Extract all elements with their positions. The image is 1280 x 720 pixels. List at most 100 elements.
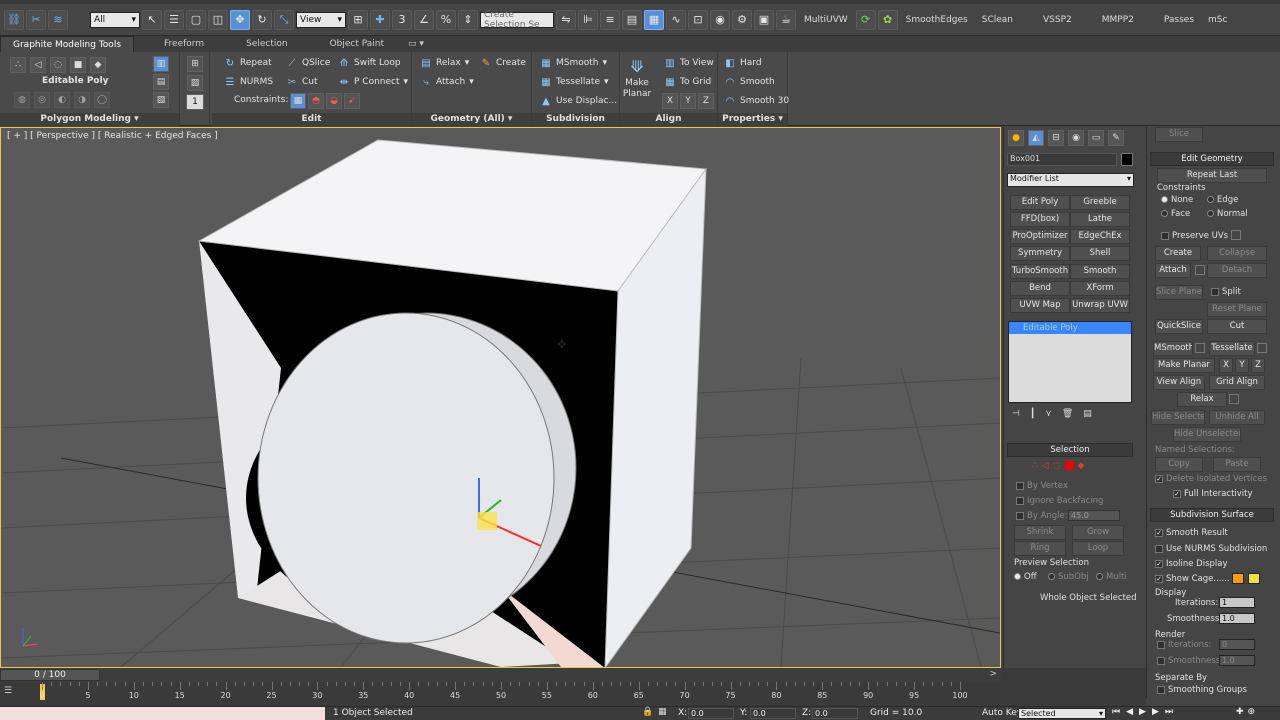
mod-prooptimizer-button[interactable]: ProOptimizer (1010, 229, 1070, 244)
ring-button[interactable]: Ring (1014, 541, 1066, 556)
align-icon[interactable]: ⊫ (578, 9, 598, 30)
make-planar-geom-button[interactable]: Make Planar (1153, 358, 1215, 373)
grid-align-button[interactable]: Grid Align (1209, 375, 1265, 390)
constraint-face-icon[interactable]: ◒ (326, 93, 342, 109)
mod-edit-poly-button[interactable]: Edit Poly (1010, 195, 1070, 210)
layer-icon[interactable]: ≡ (600, 9, 620, 30)
render-smoothness-checkbox[interactable]: Smoothness: (1157, 656, 1223, 666)
create-button[interactable]: ✎ Create (480, 57, 526, 69)
tab-object-paint[interactable]: Object Paint (300, 36, 396, 52)
stack-item-editable-poly[interactable]: Editable Poly (1009, 322, 1131, 334)
time-slider[interactable]: 0 / 100 > (0, 668, 1001, 682)
polygon-modeling-footer[interactable]: Polygon Modeling ▾ (0, 113, 179, 126)
render-iterations-field[interactable]: 0 (1219, 639, 1255, 650)
mod-lathe-button[interactable]: Lathe (1070, 212, 1130, 227)
mod-smooth-button[interactable]: Smooth (1070, 264, 1130, 279)
full-interactivity-checkbox[interactable]: ✓ Full Interactivity (1173, 489, 1253, 499)
edit-geometry-header[interactable]: Edit Geometry (1150, 152, 1274, 166)
sel-element-icon[interactable]: ◆ (1078, 461, 1085, 471)
modifier-list-dropdown[interactable]: Modifier List ▾ (1007, 173, 1134, 187)
viewport-label[interactable]: [ + ] [ Perspective ] [ Realistic + Edge… (7, 131, 218, 141)
to-grid-button[interactable]: ▦ To Grid (664, 76, 711, 88)
by-angle-field[interactable]: 45.0 (1068, 510, 1120, 521)
sel-edge-icon[interactable]: ◁ (1042, 461, 1049, 471)
show-cage-checkbox[interactable]: ✓ Show Cage...... (1155, 574, 1230, 584)
next-key-icon[interactable]: ▶ (1152, 707, 1165, 717)
key-mode-dropdown[interactable]: Selected ▾ (1018, 708, 1106, 719)
maxscript-listener[interactable] (0, 707, 325, 720)
reset-plane-button[interactable]: Reset Plane (1207, 302, 1267, 317)
by-angle-checkbox[interactable]: By Angle: (1016, 511, 1068, 521)
mod-symmetry-button[interactable]: Symmetry (1010, 246, 1070, 261)
x-field[interactable]: 0.0 (688, 708, 734, 719)
time-slider-thumb[interactable]: 0 / 100 (0, 669, 100, 681)
geometry-footer[interactable]: Geometry (All) ▾ (412, 113, 531, 126)
quickslice-button[interactable]: QuickSlice (1155, 319, 1203, 334)
sel-border-icon[interactable]: ◌ (1053, 461, 1061, 471)
stack-icon[interactable]: ▤ (153, 74, 169, 90)
select-link-icon[interactable]: ⛓ (4, 9, 24, 30)
smoothedges-label[interactable]: SmoothEdges (900, 15, 974, 25)
use-displac-button[interactable]: ▲ Use Displac... (540, 95, 617, 107)
view-align-button[interactable]: View Align (1153, 375, 1205, 390)
constraint-normal-radio[interactable]: Normal (1207, 209, 1248, 219)
relax-button[interactable]: ▤ Relax ▾ (420, 57, 469, 69)
delete-isolated-checkbox[interactable]: ✓ Delete Isolated Vertices (1155, 474, 1267, 484)
tab-freeform[interactable]: Freeform (134, 36, 216, 52)
bind-spacewarp-icon[interactable]: ≋ (48, 9, 68, 30)
element-icon[interactable]: ◆ (90, 57, 106, 73)
tessellate-button[interactable]: ▦ Tessellate ▾ (540, 76, 608, 88)
preserve-uvs-settings-icon[interactable] (1231, 230, 1241, 240)
collapse-button[interactable]: Collapse (1207, 246, 1267, 261)
planar-y-button[interactable]: Y (1235, 358, 1249, 373)
modify-tab-icon[interactable]: ◭ (1028, 130, 1044, 146)
motion-tab-icon[interactable]: ◉ (1068, 130, 1084, 146)
abs-mode-icon[interactable]: ▦ (658, 707, 667, 717)
properties-footer[interactable]: Properties ▾ (718, 113, 787, 126)
render-setup-icon[interactable]: ⚙ (732, 9, 752, 30)
unhide-all-button[interactable]: Unhide All (1209, 410, 1265, 425)
y-field[interactable]: 0.0 (750, 708, 796, 719)
mirror-icon[interactable]: ⇋ (556, 9, 576, 30)
polygon-icon[interactable]: ■ (70, 57, 86, 73)
render-smoothness-field[interactable]: 1.0 (1219, 655, 1255, 666)
constraint-none-icon[interactable]: ▦ (290, 93, 306, 109)
isoline-display-checkbox[interactable]: ✓ Isoline Display (1155, 559, 1228, 569)
hide-unselected-button[interactable]: Hide Unselected (1173, 427, 1241, 442)
show-end-result-icon[interactable]: ┃ (1030, 409, 1035, 419)
mod-bend-button[interactable]: Bend (1010, 281, 1070, 296)
tessellate-settings-icon[interactable] (1257, 343, 1267, 353)
preview-off-radio[interactable]: Off (1014, 572, 1037, 582)
select-object-icon[interactable]: ↖ (142, 9, 162, 30)
auto-key-button[interactable]: Auto Key (982, 708, 1022, 718)
paste-button[interactable]: Paste (1213, 457, 1261, 472)
shrink-icon[interactable]: ◎ (34, 92, 50, 108)
cage-color-2-swatch[interactable] (1248, 573, 1260, 584)
tab-selection[interactable]: Selection (216, 36, 299, 52)
selection-rollout-header[interactable]: Selection (1007, 443, 1133, 457)
hierarchy-tab-icon[interactable]: ⊟ (1048, 130, 1064, 146)
mod-edgechex-button[interactable]: EdgeChEx (1070, 229, 1130, 244)
repeat-button[interactable]: ↻ Repeat (224, 57, 272, 69)
ribbon-options-icon[interactable]: ▭ ▾ (396, 36, 436, 52)
named-selection-dropdown[interactable]: Create Selection Se (480, 10, 554, 30)
next-frame-icon[interactable]: > (989, 669, 997, 679)
refresh-icon[interactable]: ⟳ (855, 9, 876, 30)
constraint-face-radio[interactable]: Face (1161, 209, 1190, 219)
p-connect-button[interactable]: ⇹ P Connect ▾ (338, 76, 408, 88)
render-iterations-checkbox[interactable]: Iterations: (1157, 640, 1211, 650)
border-icon[interactable]: ◌ (50, 57, 66, 73)
sel-vertex-icon[interactable]: ∴ (1032, 461, 1038, 471)
multiuvw-label[interactable]: MultiUVW (798, 15, 854, 25)
subobj-level-field[interactable]: 1 (186, 94, 204, 110)
to-view-button[interactable]: ▥ To View (664, 57, 713, 69)
passes-label[interactable]: Passes (1142, 15, 1200, 25)
select-icon[interactable]: ◯ (94, 92, 110, 108)
rotate-icon[interactable]: ↻ (252, 9, 272, 30)
pivot-icon[interactable]: ⊞ (348, 9, 368, 30)
rendered-frame-icon[interactable]: ▣ (754, 9, 774, 30)
preview-icon[interactable]: ⊞ (187, 56, 203, 72)
mod-uvw-map-button[interactable]: UVW Map (1010, 298, 1070, 313)
mod-shell-button[interactable]: Shell (1070, 246, 1130, 261)
mmpp2-label[interactable]: MMPP2 (1080, 15, 1140, 25)
